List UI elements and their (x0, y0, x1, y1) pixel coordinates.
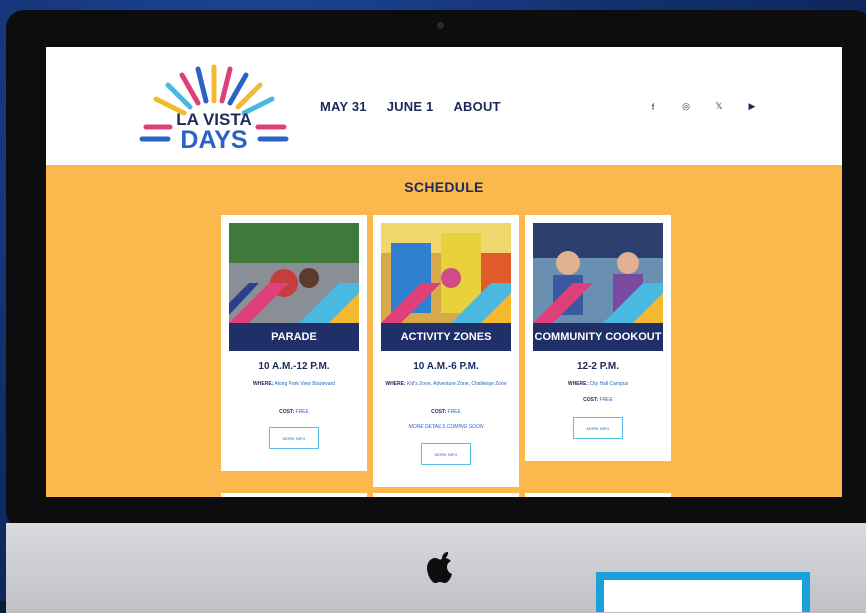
site-header: LA VISTA DAYS MAY 31 JUNE 1 ABOUT f ◎ 𝕏 … (46, 47, 842, 165)
la-vista-days-logo[interactable]: LA VISTA DAYS (138, 63, 290, 153)
more-info-button[interactable]: MORE INFO (269, 427, 319, 449)
logo-line2: DAYS (180, 126, 247, 153)
card-note: MORE DETAILS COMING SOON (408, 424, 484, 430)
next-card-peek (373, 493, 519, 497)
card-title: COMMUNITY COOKOUT (533, 323, 663, 351)
schedule-title: SCHEDULE (404, 179, 484, 195)
card-where: WHERE: City Hall Campus (535, 379, 661, 390)
where-value: Kid's Zone, Adventure Zone, Challenge Zo… (407, 381, 507, 387)
cost-value: FREE (295, 409, 309, 415)
card-title: PARADE (229, 323, 359, 351)
parade-photo (229, 223, 359, 323)
event-card-community-cookout: COMMUNITY COOKOUT 12-2 P.M. WHERE: City … (525, 215, 671, 461)
card-time: 10 A.M.-12 P.M. (258, 361, 330, 372)
event-card-parade: PARADE 10 A.M.-12 P.M. WHERE: Along Park… (221, 215, 367, 471)
where-value: Along Park View Boulevard (274, 381, 335, 387)
where-label: WHERE: (567, 381, 589, 387)
instagram-icon[interactable]: ◎ (679, 101, 693, 112)
card-cost: COST: FREE (231, 407, 357, 418)
nav-june-1[interactable]: JUNE 1 (387, 99, 434, 114)
card-time: 10 A.M.-6 P.M. (413, 361, 479, 372)
social-links: f ◎ 𝕏 ▶ (646, 101, 759, 112)
cost-value: FREE (447, 409, 461, 415)
cost-label: COST: (583, 397, 599, 403)
apple-logo-icon (427, 552, 452, 583)
card-where: WHERE: Along Park View Boulevard (231, 379, 357, 390)
card-time: 12-2 P.M. (576, 361, 620, 372)
x-icon[interactable]: 𝕏 (712, 101, 726, 112)
facebook-icon[interactable]: f (646, 102, 660, 112)
where-label: WHERE: (253, 381, 274, 387)
cost-label: COST: (431, 409, 447, 415)
camera-icon (437, 22, 444, 29)
more-info-button[interactable]: MORE INFO (573, 417, 623, 439)
more-info-button[interactable]: MORE INFO (421, 443, 471, 465)
schedule-section: SCHEDULE PARADE 10 A.M.-12 P.M. WHERE: A (46, 165, 842, 497)
where-label: WHERE: (385, 381, 406, 387)
nav-about[interactable]: ABOUT (453, 99, 500, 114)
card-cost: COST: FREE (535, 395, 661, 406)
nav-may-31[interactable]: MAY 31 (320, 99, 367, 114)
activity-zones-photo (381, 223, 511, 323)
card-title: ACTIVITY ZONES (381, 323, 511, 351)
community-cookout-photo (533, 223, 663, 323)
card-cost: COST: FREE (383, 407, 509, 418)
corner-badge (596, 572, 810, 612)
where-value: City Hall Campus (589, 381, 629, 387)
youtube-icon[interactable]: ▶ (745, 101, 759, 112)
event-card-activity-zones: ACTIVITY ZONES 10 A.M.-6 P.M. WHERE: Kid… (373, 215, 519, 487)
website-screen: LA VISTA DAYS MAY 31 JUNE 1 ABOUT f ◎ 𝕏 … (46, 47, 842, 497)
card-where: WHERE: Kid's Zone, Adventure Zone, Chall… (383, 379, 509, 390)
next-card-peek (221, 493, 367, 497)
main-nav: MAY 31 JUNE 1 ABOUT (320, 99, 501, 114)
next-card-peek (525, 493, 671, 497)
cost-value: FREE (599, 397, 613, 403)
cost-label: COST: (279, 409, 295, 415)
